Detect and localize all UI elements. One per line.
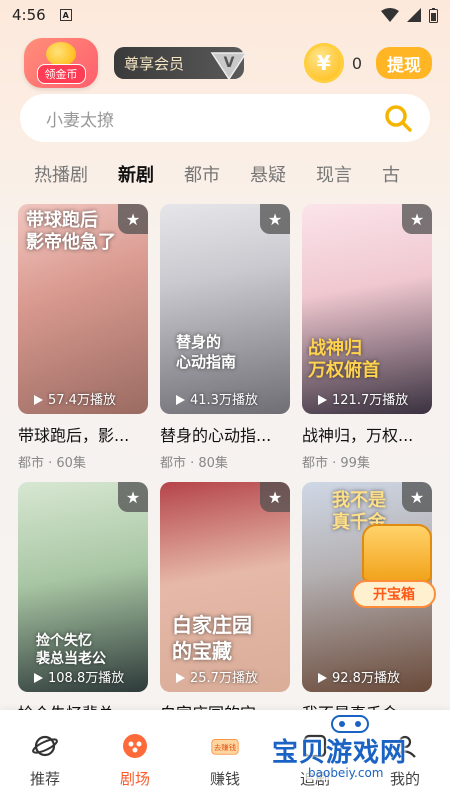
play-count: 121.7万播放 [332, 393, 409, 408]
battery-icon [429, 7, 438, 23]
play-icon [34, 673, 43, 683]
category-tabs: 热播剧 新剧 都市 悬疑 现言 古 [34, 158, 450, 190]
drama-poster[interactable]: 替身的 心动指南 ★ 41.3万播放 [160, 204, 290, 414]
drama-poster[interactable]: 白家庄园 的宝藏 ★ 25.7万播放 [160, 482, 290, 692]
search-icon[interactable] [382, 102, 414, 134]
watermark-title: 宝贝游戏网 [272, 738, 408, 768]
nav-recommend[interactable]: 推荐 [10, 732, 80, 789]
header-row: 领金币 尊享会员 V ¥ 0 提现 [24, 38, 432, 88]
poster-title: 战神归 万权俯首 [308, 338, 380, 381]
open-treasure-label[interactable]: 开宝箱 [352, 580, 436, 608]
favorite-star-icon[interactable]: ★ [260, 204, 290, 234]
play-icon [34, 395, 43, 405]
play-icon [176, 395, 185, 405]
coin-icon: ¥ [303, 43, 344, 83]
favorite-star-icon[interactable]: ★ [118, 482, 148, 512]
play-count: 108.8万播放 [48, 671, 125, 686]
drama-card[interactable]: 带球跑后 影帝他急了 ★ 57.4万播放 带球跑后，影... 都市 · 60集 [18, 204, 148, 474]
get-gold-button[interactable]: 领金币 [24, 38, 98, 88]
play-count: 57.4万播放 [48, 393, 116, 408]
tab-ancient[interactable]: 古 [382, 161, 400, 187]
poster-title: 白家庄园 的宝藏 [172, 613, 252, 663]
drama-card[interactable]: 战神归 万权俯首 ★ 121.7万播放 战神归，万权... 都市 · 99集 [302, 204, 432, 474]
nav-earn-label: 赚钱 [209, 770, 240, 788]
nav-theater-label: 剧场 [119, 770, 150, 788]
treasure-chest-button[interactable]: 开宝箱 [352, 520, 448, 616]
wifi-icon [381, 8, 399, 22]
theater-icon [121, 732, 149, 760]
nav-recommend-label: 推荐 [29, 770, 60, 788]
play-icon [318, 673, 327, 683]
drama-grid: 带球跑后 影帝他急了 ★ 57.4万播放 带球跑后，影... 都市 · 60集 替… [18, 204, 432, 752]
gamepad-icon [331, 715, 369, 733]
drama-card[interactable]: 替身的 心动指南 ★ 41.3万播放 替身的心动指... 都市 · 80集 [160, 204, 290, 474]
treasure-chest-icon [362, 524, 432, 582]
coin-area: ¥ 0 提现 [303, 43, 432, 83]
withdraw-button[interactable]: 提现 [376, 47, 432, 79]
sim-icon: A [59, 9, 72, 21]
drama-poster[interactable]: 战神归 万权俯首 ★ 121.7万播放 [302, 204, 432, 414]
play-count: 92.8万播放 [332, 671, 400, 686]
tab-urban[interactable]: 都市 [184, 161, 220, 187]
status-icons [381, 7, 438, 23]
vip-label: 尊享会员 [124, 54, 185, 73]
drama-meta: 都市 · 99集 [302, 456, 370, 471]
play-icon [318, 395, 327, 405]
nav-theater[interactable]: 剧场 [100, 732, 170, 789]
tab-romance[interactable]: 现言 [316, 161, 352, 187]
tab-suspense[interactable]: 悬疑 [250, 161, 286, 187]
poster-title: 带球跑后 影帝他急了 [26, 210, 116, 253]
planet-icon [31, 732, 59, 760]
play-icon [176, 673, 185, 683]
drama-poster[interactable]: 捡个失忆 裴总当老公 ★ 108.8万播放 [18, 482, 148, 692]
drama-title[interactable]: 战神归，万权... [302, 422, 432, 446]
gold-coin-icon [46, 42, 76, 66]
site-watermark: 宝贝游戏网 baobeiy.com [268, 712, 448, 792]
status-bar: 4:56 A [0, 0, 450, 30]
tab-hot[interactable]: 热播剧 [34, 161, 88, 187]
watermark-url: baobeiy.com [304, 766, 388, 780]
play-count: 25.7万播放 [190, 671, 258, 686]
tab-new[interactable]: 新剧 [118, 161, 154, 187]
earn-badge: 去赚钱 [214, 742, 237, 752]
poster-title: 替身的 心动指南 [176, 333, 237, 371]
drama-meta: 都市 · 60集 [18, 456, 86, 471]
drama-title[interactable]: 带球跑后，影... [18, 422, 148, 446]
get-gold-label: 领金币 [36, 64, 86, 84]
search-input[interactable]: 小妻太撩 [46, 106, 114, 131]
poster-title: 捡个失忆 裴总当老公 [36, 633, 106, 667]
favorite-star-icon[interactable]: ★ [402, 482, 432, 512]
signal-icon [407, 8, 421, 22]
vip-letter: V [224, 55, 235, 71]
play-count: 41.3万播放 [190, 393, 258, 408]
favorite-star-icon[interactable]: ★ [402, 204, 432, 234]
favorite-star-icon[interactable]: ★ [260, 482, 290, 512]
favorite-star-icon[interactable]: ★ [118, 204, 148, 234]
drama-meta: 都市 · 80集 [160, 456, 228, 471]
diamond-v-icon: V [210, 52, 248, 81]
earn-icon: 去赚钱 [211, 732, 239, 760]
status-time: 4:56 [12, 6, 46, 24]
nav-earn[interactable]: 去赚钱 赚钱 [190, 732, 260, 789]
coin-count: 0 [351, 53, 362, 73]
search-bar[interactable]: 小妻太撩 [20, 94, 430, 142]
vip-button[interactable]: 尊享会员 V [114, 47, 248, 81]
drama-poster[interactable]: 带球跑后 影帝他急了 ★ 57.4万播放 [18, 204, 148, 414]
drama-title[interactable]: 替身的心动指... [160, 422, 290, 446]
